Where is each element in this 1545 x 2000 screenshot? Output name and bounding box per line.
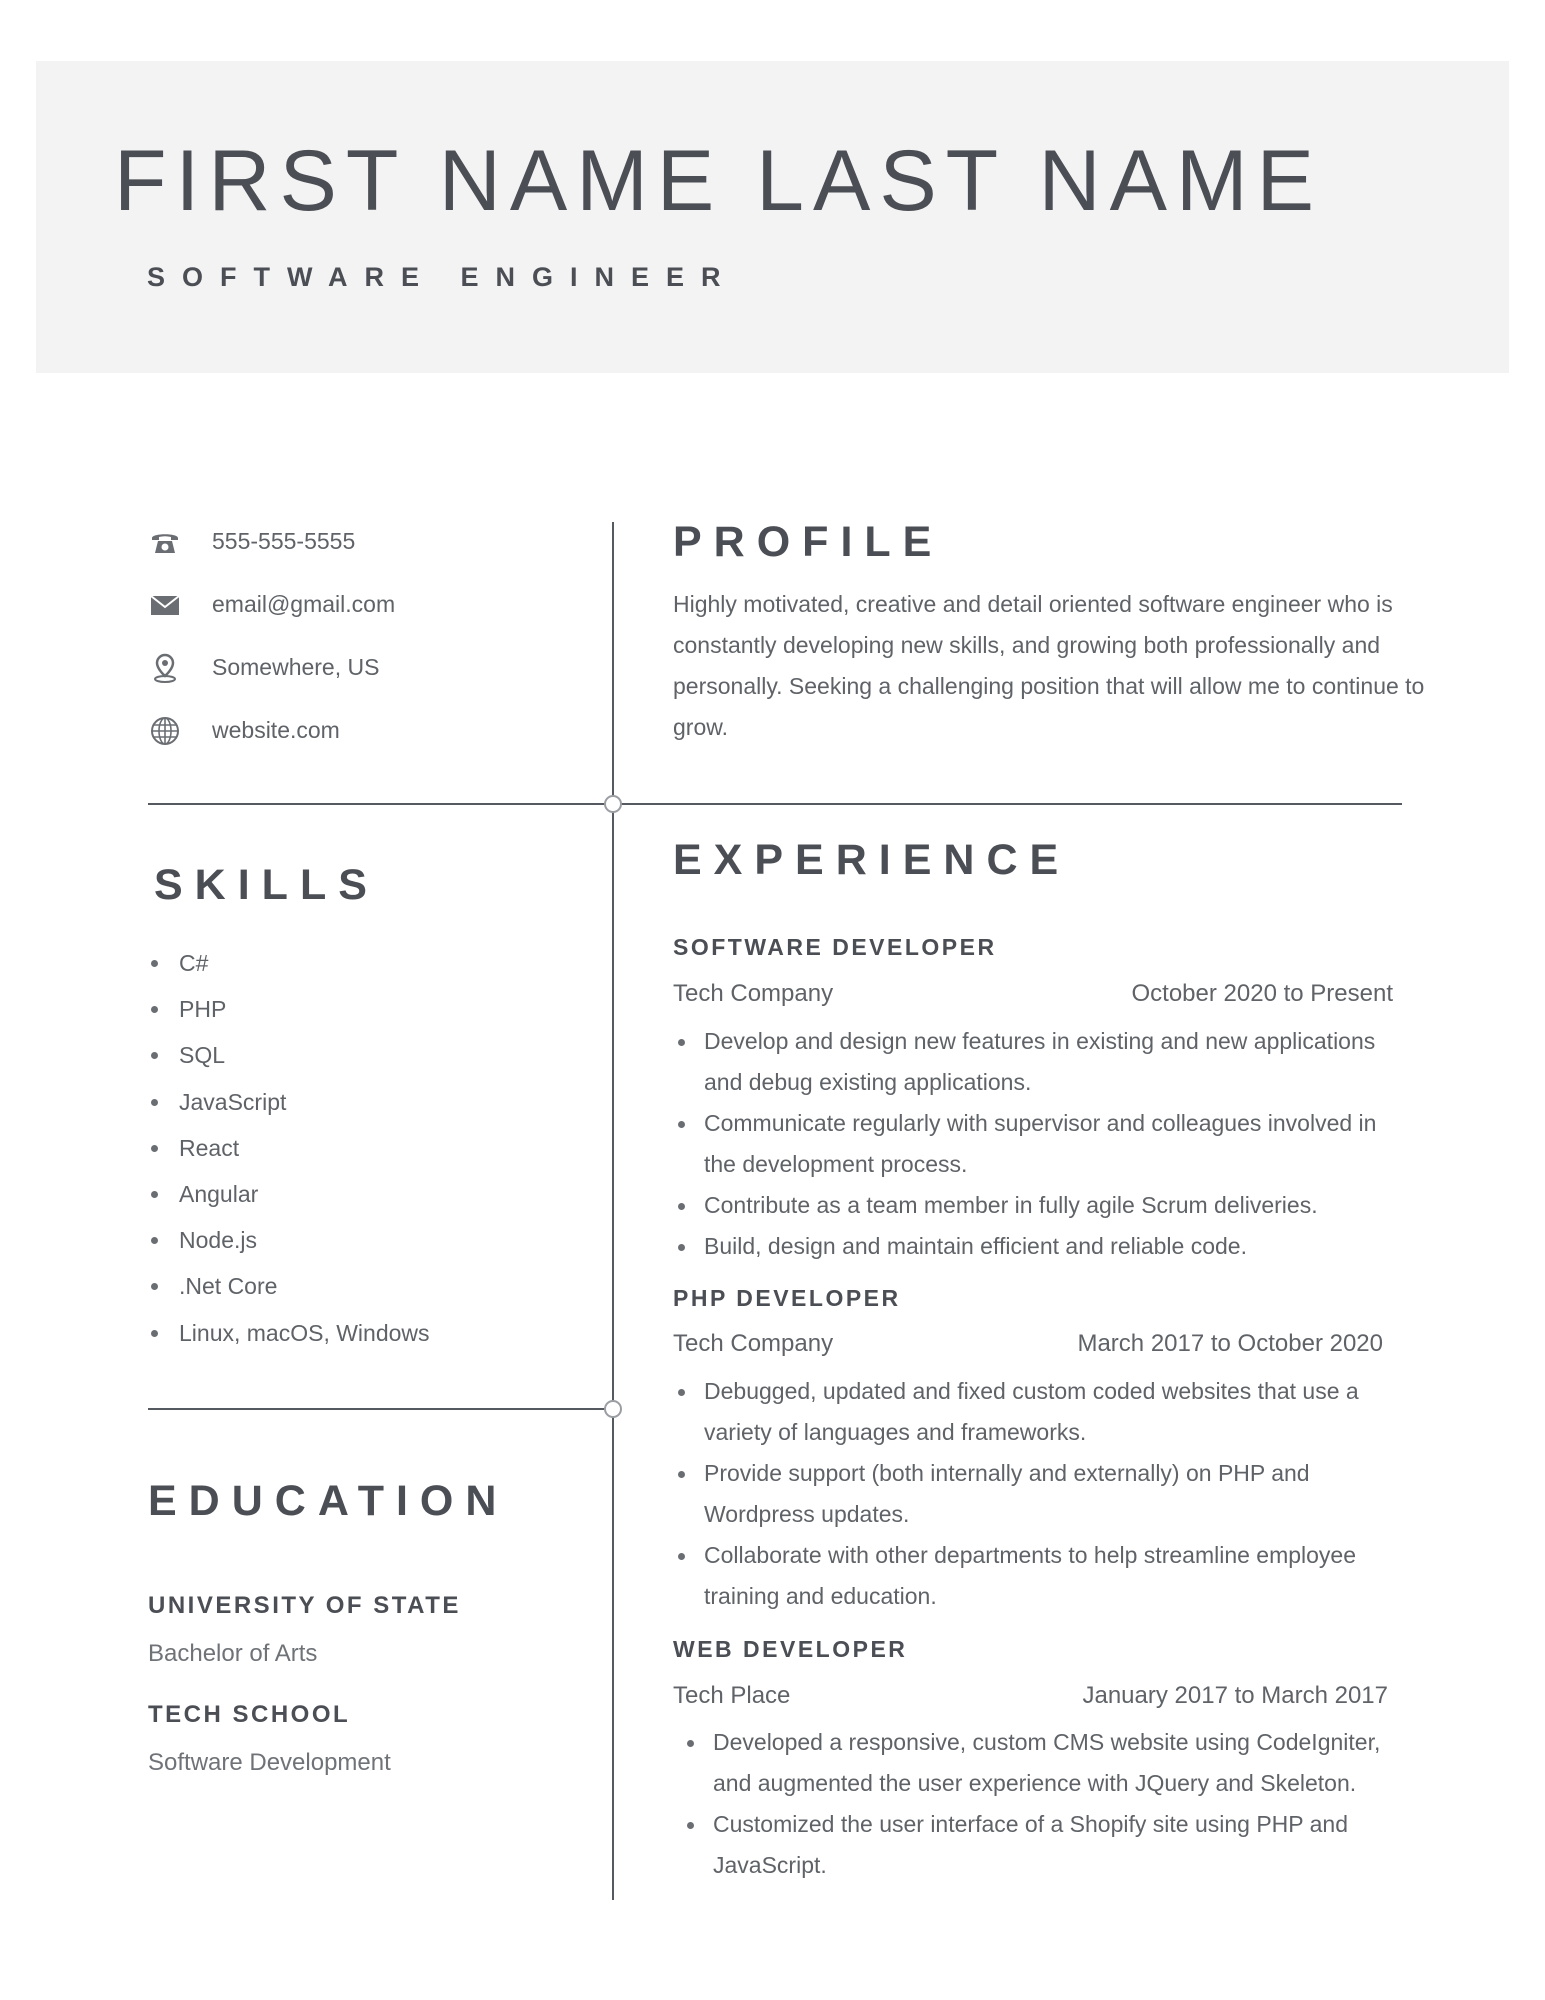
- experience-job-title: SOFTWARE DEVELOPER: [673, 934, 997, 960]
- list-item: Contribute as a team member in fully agi…: [673, 1185, 1413, 1226]
- list-item: Develop and design new features in exist…: [673, 1021, 1413, 1103]
- globe-icon: [148, 714, 182, 748]
- list-item: Collaborate with other departments to he…: [673, 1535, 1393, 1617]
- experience-dates: March 2017 to October 2020: [1077, 1330, 1383, 1357]
- experience-bullets: Develop and design new features in exist…: [673, 1021, 1413, 1267]
- contact-block: 555-555-5555 email@gmail.com Somewhere, …: [148, 510, 588, 762]
- list-item: Communicate regularly with supervisor an…: [673, 1103, 1413, 1185]
- list-item: C#: [148, 940, 430, 986]
- list-item: Linux, macOS, Windows: [148, 1310, 430, 1356]
- experience-company: Tech Place: [673, 1682, 791, 1709]
- list-item: Build, design and maintain efficient and…: [673, 1226, 1413, 1267]
- list-item: .Net Core: [148, 1263, 430, 1309]
- website-link[interactable]: website.com: [212, 717, 340, 744]
- contact-location: Somewhere, US: [148, 636, 588, 699]
- experience-job-meta: Tech Place January 2017 to March 2017: [673, 1682, 1388, 1714]
- skills-heading: SKILLS: [154, 861, 379, 909]
- experience-job-title: PHP DEVELOPER: [673, 1285, 901, 1311]
- vertical-divider: [612, 522, 614, 1900]
- education-school: TECH SCHOOL: [148, 1701, 351, 1728]
- list-item: JavaScript: [148, 1079, 430, 1125]
- experience-heading: EXPERIENCE: [673, 836, 1071, 884]
- education-heading: EDUCATION: [148, 1477, 509, 1525]
- profile-text: Highly motivated, creative and detail or…: [673, 591, 1425, 740]
- experience-company: Tech Company: [673, 1330, 834, 1357]
- education-degree: Bachelor of Arts: [148, 1640, 318, 1667]
- experience-job-meta: Tech Company October 2020 to Present: [673, 980, 1393, 1012]
- phone-icon: [148, 525, 182, 559]
- list-item: SQL: [148, 1032, 430, 1078]
- experience-job-title: WEB DEVELOPER: [673, 1636, 908, 1662]
- experience-company: Tech Company: [673, 980, 834, 1007]
- envelope-icon: [148, 588, 182, 622]
- experience-bullets: Debugged, updated and fixed custom coded…: [673, 1371, 1393, 1617]
- experience-job-meta: Tech Company March 2017 to October 2020: [673, 1330, 1383, 1362]
- phone-number[interactable]: 555-555-5555: [212, 528, 355, 555]
- contact-email: email@gmail.com: [148, 573, 588, 636]
- map-pin-icon: [148, 651, 182, 685]
- list-item: Debugged, updated and fixed custom coded…: [673, 1371, 1393, 1453]
- list-item: Node.js: [148, 1217, 430, 1263]
- experience-dates: January 2017 to March 2017: [1082, 1682, 1388, 1709]
- job-title-subtitle: SOFTWARE ENGINEER: [147, 262, 738, 292]
- experience-bullets: Developed a responsive, custom CMS websi…: [682, 1722, 1402, 1886]
- contact-website: website.com: [148, 699, 588, 762]
- skills-list: C# PHP SQL JavaScript React Angular Node…: [148, 940, 430, 1356]
- divider-node: [604, 1400, 622, 1418]
- list-item: React: [148, 1125, 430, 1171]
- list-item: Angular: [148, 1171, 430, 1217]
- list-item: Developed a responsive, custom CMS websi…: [682, 1722, 1402, 1804]
- contact-phone: 555-555-5555: [148, 510, 588, 573]
- full-name: FIRST NAME LAST NAME: [114, 133, 1324, 229]
- education-degree: Software Development: [148, 1749, 391, 1776]
- list-item: Customized the user interface of a Shopi…: [682, 1804, 1402, 1886]
- profile-heading: PROFILE: [673, 518, 944, 566]
- list-item: PHP: [148, 986, 430, 1032]
- list-item: Provide support (both internally and ext…: [673, 1453, 1393, 1535]
- divider-node: [604, 795, 622, 813]
- education-school: UNIVERSITY OF STATE: [148, 1592, 461, 1619]
- divider-profile-experience: [148, 803, 1402, 805]
- divider-skills-education: [148, 1408, 613, 1410]
- experience-dates: October 2020 to Present: [1131, 980, 1394, 1007]
- location-text: Somewhere, US: [212, 654, 380, 680]
- email-address[interactable]: email@gmail.com: [212, 591, 395, 618]
